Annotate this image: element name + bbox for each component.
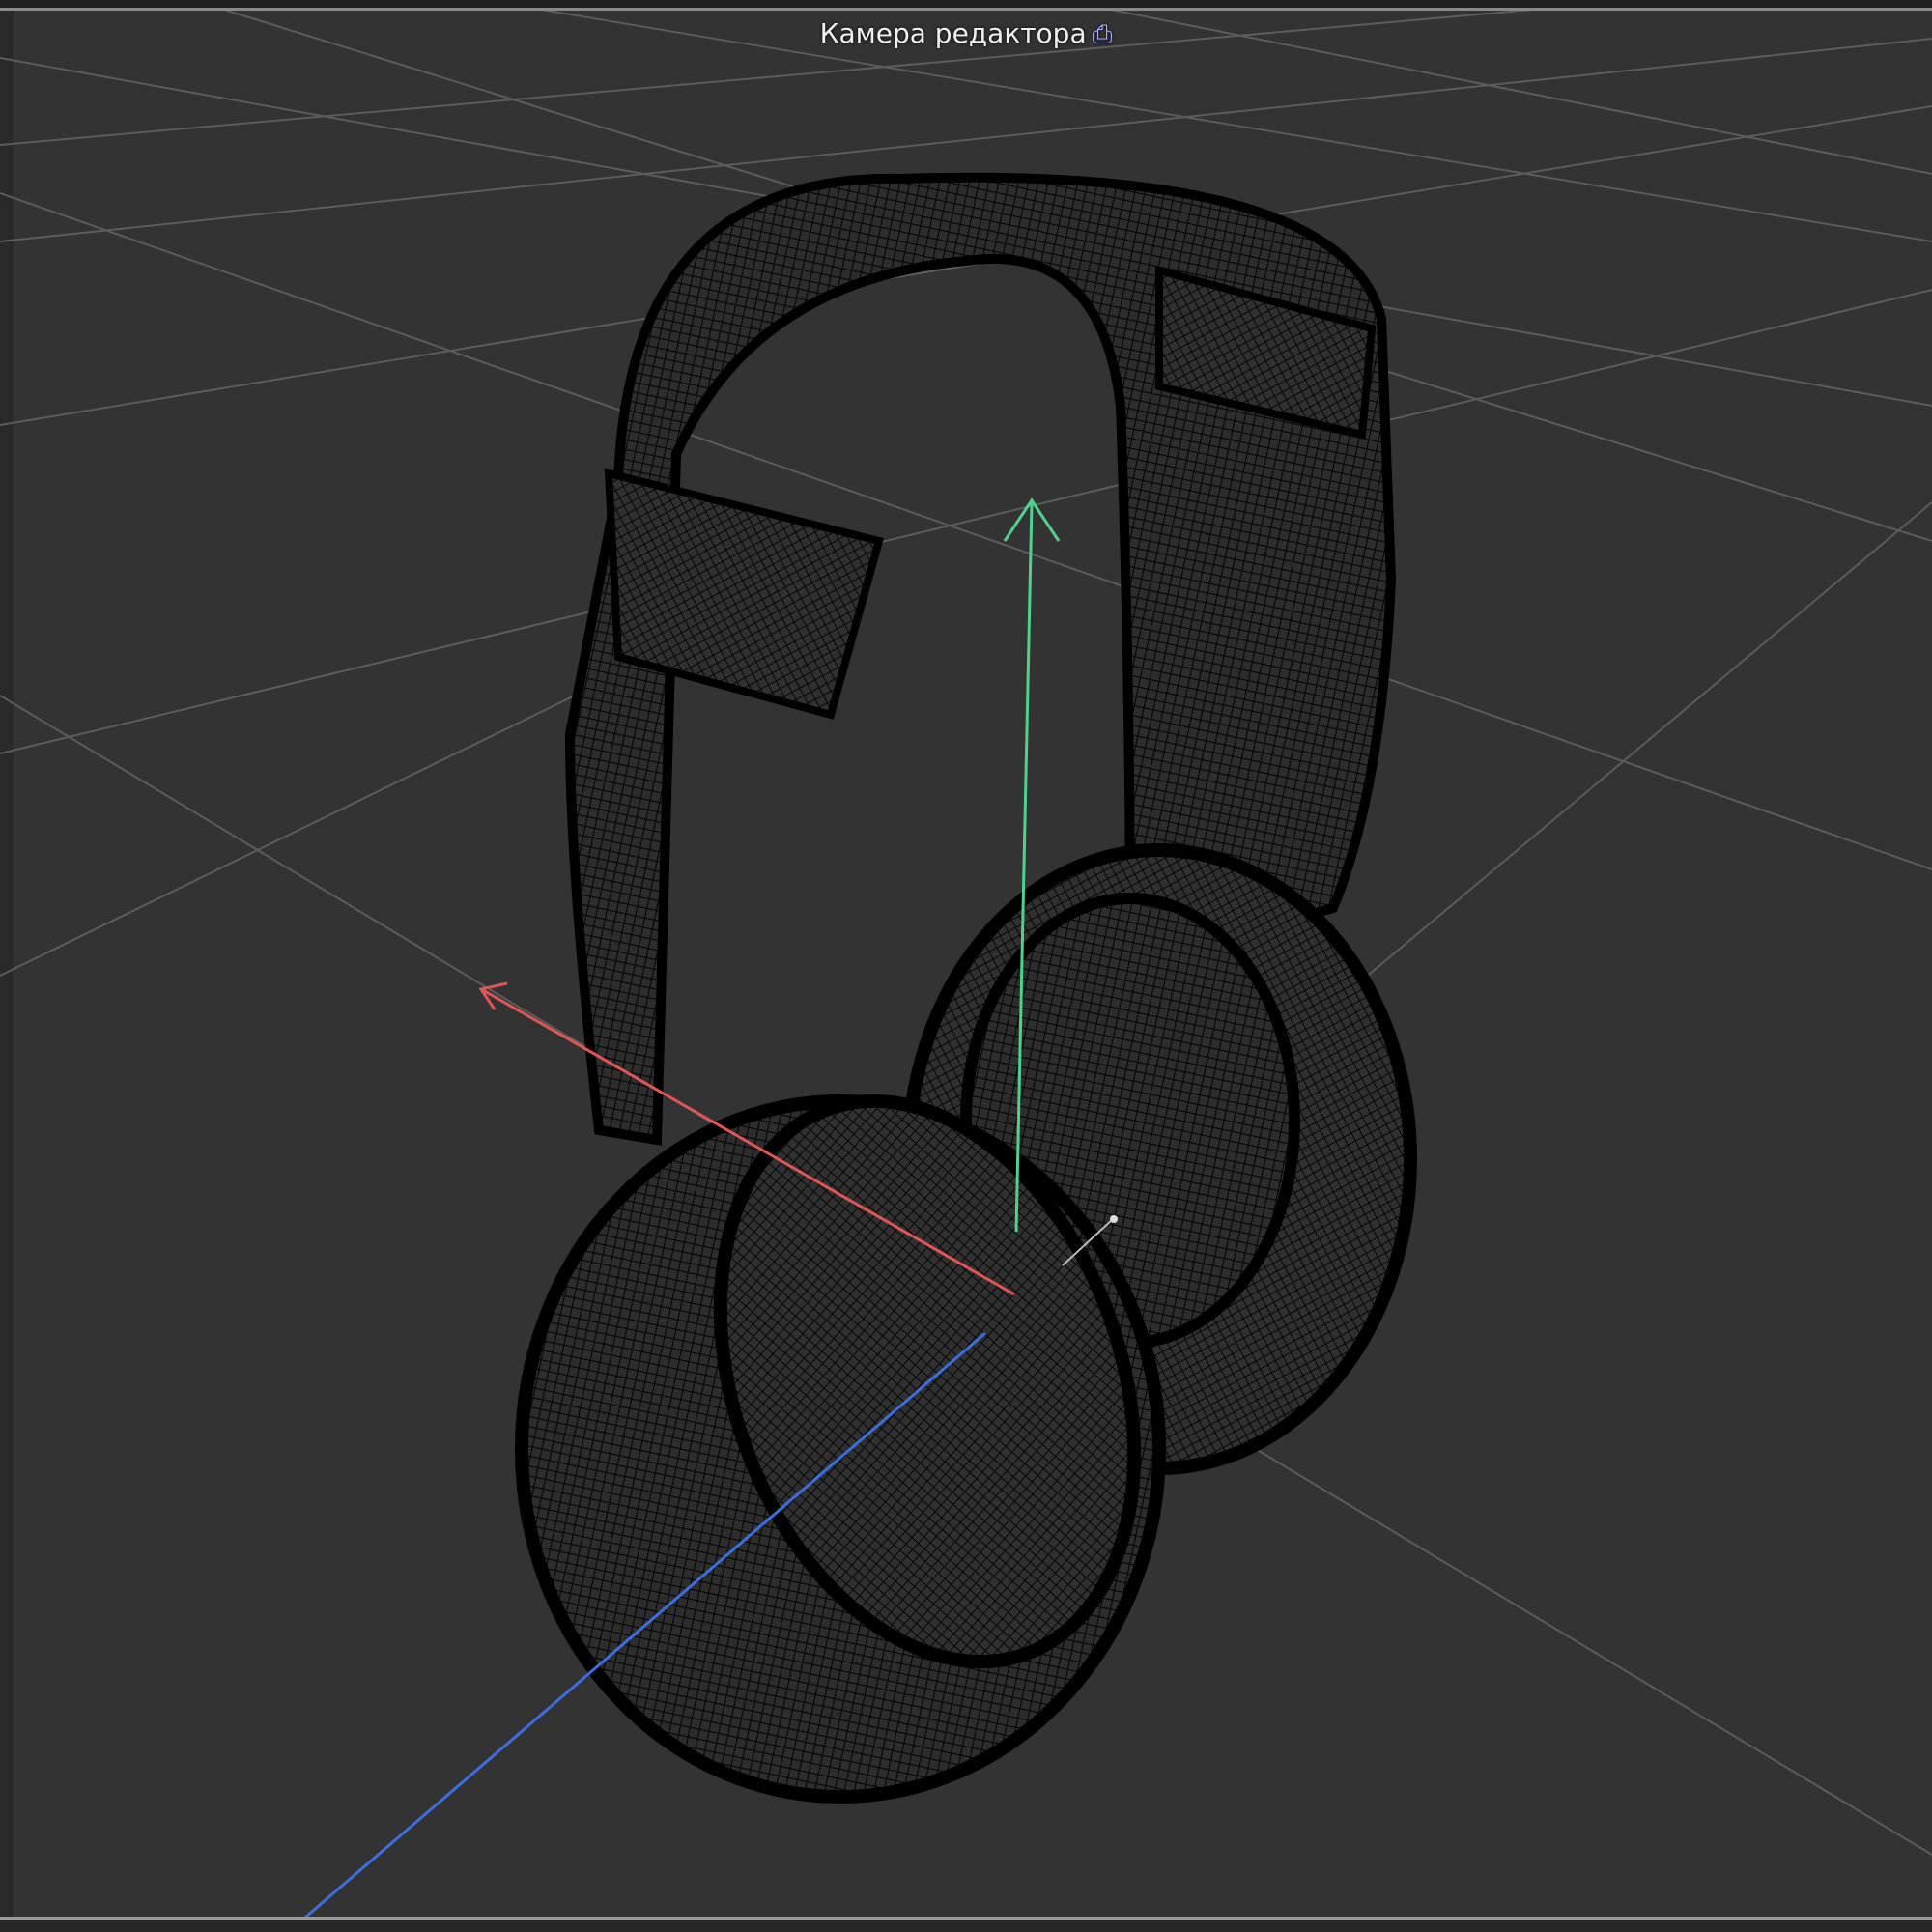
headphone-model[interactable] [515, 172, 1417, 1804]
viewport-bottom-border [0, 1917, 1932, 1932]
3d-viewport[interactable]: Камера редактора ⎙ [0, 0, 1932, 1932]
camera-label[interactable]: Камера редактора ⎙ [0, 17, 1932, 50]
viewport-top-border [0, 0, 1932, 11]
camera-icon[interactable]: ⎙ [1093, 20, 1113, 49]
scene-canvas[interactable] [0, 0, 1932, 1932]
camera-label-text: Камера редактора [819, 17, 1087, 49]
pivot-point [1110, 1215, 1118, 1223]
